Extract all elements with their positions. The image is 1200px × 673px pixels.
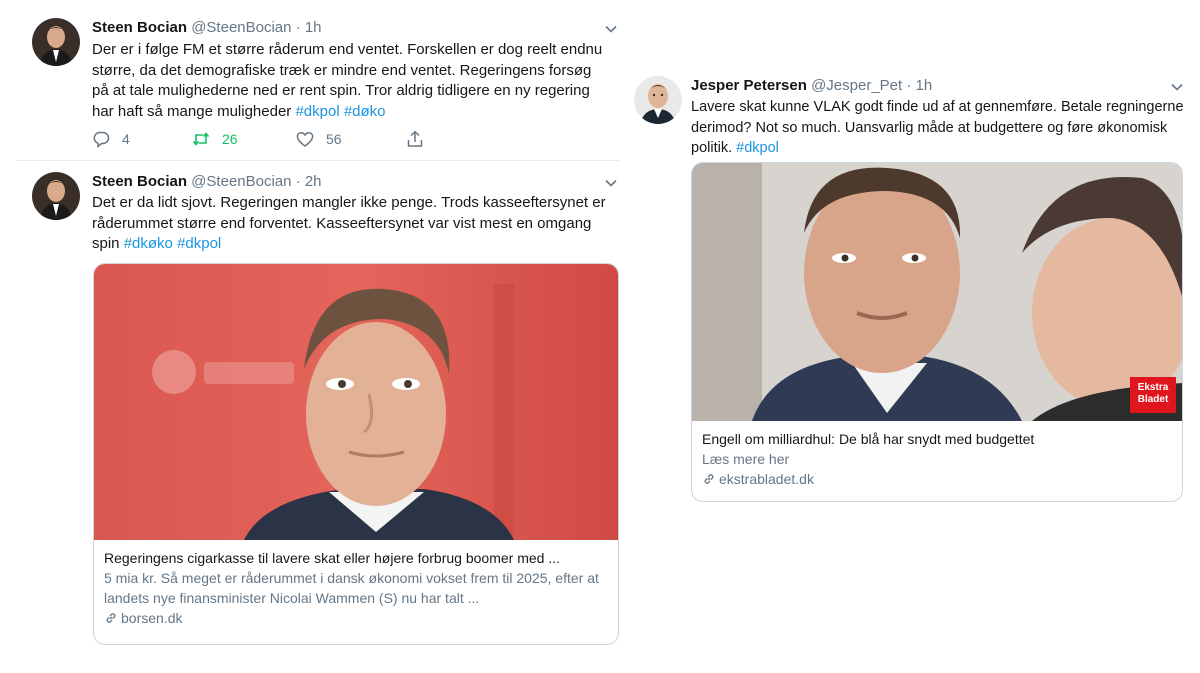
author-handle[interactable]: @Jesper_Pet: [811, 77, 902, 94]
hashtag[interactable]: #dkpol: [736, 140, 779, 156]
author-name[interactable]: Jesper Petersen: [691, 77, 807, 94]
avatar-photo: [32, 172, 80, 220]
avatar[interactable]: [634, 76, 682, 124]
link-card-domain-text: borsen.dk: [121, 610, 183, 626]
reply-count: 4: [122, 131, 130, 147]
retweet-icon: [192, 132, 210, 146]
link-card-image: [94, 264, 618, 540]
tweet-divider: [16, 160, 620, 161]
avatar[interactable]: [32, 172, 80, 220]
politician-photo: [94, 264, 618, 540]
separator-dot: ·: [906, 77, 912, 94]
chevron-down-icon[interactable]: [1170, 80, 1184, 94]
timestamp[interactable]: 1h: [305, 19, 322, 36]
link-card-description: Læs mere her: [702, 451, 790, 467]
link-card-domain[interactable]: ekstrabladet.dk: [702, 469, 1172, 489]
link-icon: [704, 474, 714, 484]
author-handle[interactable]: @SteenBocian: [191, 19, 291, 36]
share-button[interactable]: [406, 130, 424, 148]
tweet-text: Der er i følge FM et større råderum end …: [92, 40, 612, 122]
ekstra-bladet-logo-text: Ekstra Bladet: [1137, 382, 1169, 405]
link-card[interactable]: Regeringens cigarkasse til lavere skat e…: [93, 263, 619, 645]
ekstra-bladet-logo: Ekstra Bladet: [1130, 377, 1176, 413]
hashtag[interactable]: #dkpol: [177, 235, 221, 252]
author-name[interactable]: Steen Bocian: [92, 19, 187, 36]
chevron-down-icon[interactable]: [604, 176, 618, 190]
timestamp[interactable]: 1h: [916, 77, 933, 94]
link-card-image: Ekstra Bladet: [692, 163, 1182, 421]
politicians-photo: [692, 163, 1182, 421]
like-count: 56: [326, 131, 342, 147]
avatar-photo: [634, 76, 682, 124]
tweet-text: Lavere skat kunne VLAK godt finde ud af …: [691, 97, 1191, 159]
like-icon: [296, 132, 314, 147]
author-handle[interactable]: @SteenBocian: [191, 173, 291, 190]
reply-button[interactable]: 4: [92, 130, 192, 148]
separator-dot: ·: [295, 173, 301, 190]
hashtag[interactable]: #dkpol: [295, 103, 339, 120]
reply-icon: [93, 131, 110, 148]
share-icon: [407, 130, 423, 147]
link-card-description: 5 mia kr. Så meget er råderummet i dansk…: [104, 570, 599, 606]
link-card-domain-text: ekstrabladet.dk: [719, 471, 814, 487]
link-icon: [106, 613, 116, 623]
avatar-photo: [32, 18, 80, 66]
separator-dot: ·: [295, 19, 301, 36]
hashtag[interactable]: #døko: [344, 103, 386, 120]
retweet-count: 26: [222, 131, 238, 147]
author-name[interactable]: Steen Bocian: [92, 173, 187, 190]
like-button[interactable]: 56: [296, 130, 406, 148]
chevron-down-icon[interactable]: [604, 22, 618, 36]
link-card-domain[interactable]: borsen.dk: [104, 608, 608, 628]
retweet-button[interactable]: 26: [192, 130, 296, 148]
link-card-title[interactable]: Engell om milliardhul: De blå har snydt …: [702, 429, 1172, 449]
tweet-text: Det er da lidt sjovt. Regeringen mangler…: [92, 193, 622, 255]
link-card[interactable]: Ekstra Bladet Engell om milliardhul: De …: [691, 162, 1183, 502]
avatar[interactable]: [32, 18, 80, 66]
timestamp[interactable]: 2h: [305, 173, 322, 190]
hashtag[interactable]: #dkøko: [124, 235, 173, 252]
link-card-title[interactable]: Regeringens cigarkasse til lavere skat e…: [104, 548, 608, 568]
